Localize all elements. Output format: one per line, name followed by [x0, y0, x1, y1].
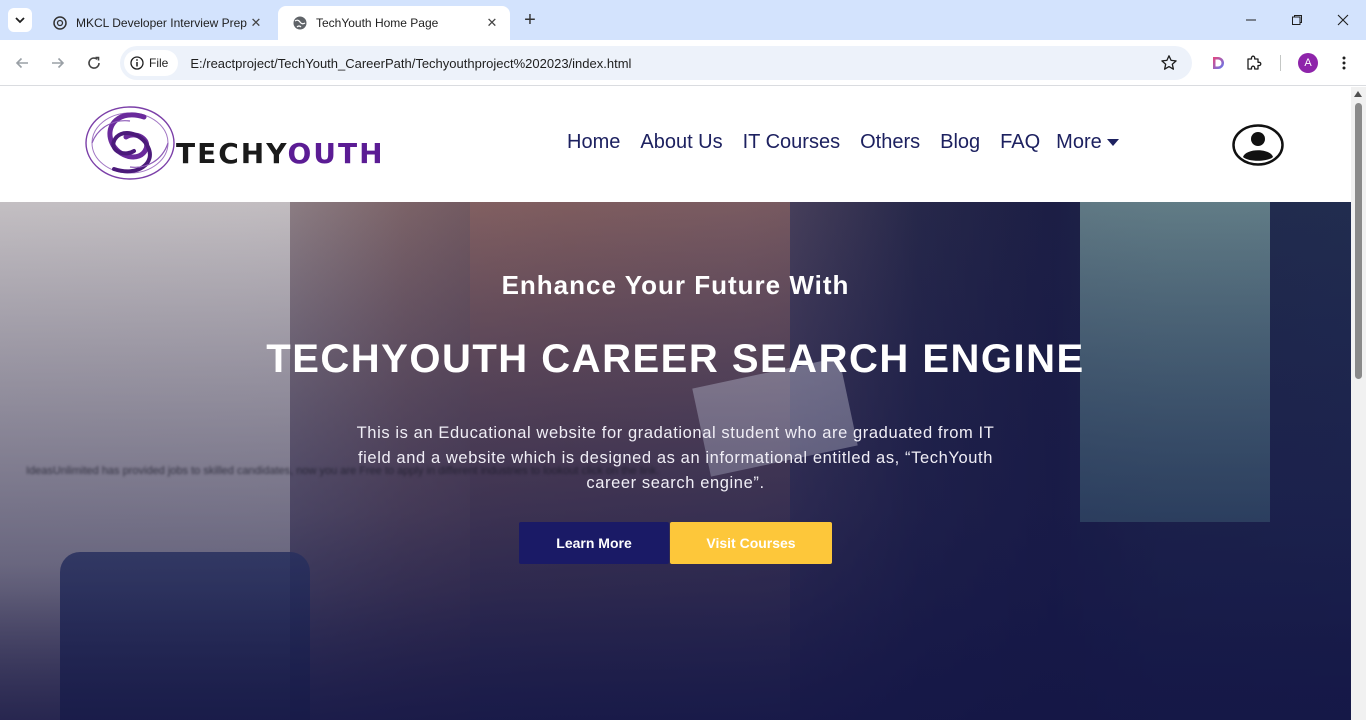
nav-home[interactable]: Home	[567, 131, 620, 154]
tab-mkcl[interactable]: MKCL Developer Interview Prep ✕	[38, 6, 274, 40]
site-info-chip[interactable]: File	[124, 50, 179, 76]
toolbar-separator	[1280, 55, 1281, 71]
scroll-up-arrow-icon[interactable]	[1354, 91, 1362, 97]
restore-icon[interactable]	[1274, 0, 1320, 40]
hero-title: TECHYOUTH CAREER SEARCH ENGINE	[266, 337, 1085, 381]
tab-search-button[interactable]	[8, 8, 32, 32]
minimize-icon[interactable]	[1228, 0, 1274, 40]
arrow-left-icon	[15, 57, 28, 69]
openai-favicon-icon	[53, 16, 67, 30]
new-tab-icon[interactable]: +	[518, 9, 542, 31]
hero-content: Enhance Your Future With TECHYOUTH CAREE…	[0, 202, 1351, 720]
nav-others[interactable]: Others	[860, 131, 920, 154]
kebab-menu-icon	[1342, 56, 1346, 70]
profile-button[interactable]: A	[1294, 49, 1322, 77]
tab-title: TechYouth Home Page	[316, 16, 439, 30]
nav-faq[interactable]: FAQ	[1000, 131, 1040, 154]
address-bar[interactable]: File E:/reactproject/TechYouth_CareerPat…	[120, 46, 1192, 80]
hero-subtitle: Enhance Your Future With	[501, 270, 850, 300]
profile-avatar: A	[1298, 53, 1318, 73]
user-account-icon[interactable]	[1232, 124, 1284, 166]
logo-wordmark: TECHYOUTH	[176, 137, 385, 170]
visit-courses-button[interactable]: Visit Courses	[670, 522, 832, 564]
back-button[interactable]	[8, 49, 36, 77]
main-nav: Home About Us IT Courses Others Blog FAQ…	[567, 131, 1119, 154]
dashlane-icon	[1213, 57, 1224, 69]
globe-icon	[293, 16, 307, 30]
tab-techyouth[interactable]: TechYouth Home Page ✕	[278, 6, 510, 40]
nav-more-dropdown[interactable]: More	[1056, 131, 1119, 154]
reload-button[interactable]	[80, 49, 108, 77]
scrollbar-thumb[interactable]	[1355, 103, 1362, 379]
learn-more-button[interactable]: Learn More	[519, 522, 669, 564]
puzzle-icon	[1247, 55, 1262, 70]
arrow-right-icon	[52, 57, 65, 69]
nav-blog[interactable]: Blog	[940, 131, 980, 154]
close-tab-icon[interactable]: ✕	[484, 15, 500, 31]
tab-title: MKCL Developer Interview Prep	[76, 16, 247, 30]
chevron-down-icon	[15, 17, 25, 24]
extension-d-button[interactable]	[1204, 49, 1232, 77]
extensions-button[interactable]	[1240, 49, 1268, 77]
hero-banner: IdeasUnlimited has provided jobs to skil…	[0, 202, 1351, 720]
hero-description: This is an Educational website for grada…	[356, 424, 995, 492]
info-icon	[130, 56, 144, 70]
close-tab-icon[interactable]: ✕	[248, 15, 264, 31]
reload-icon	[88, 56, 100, 69]
site-header: TECHYOUTH Home About Us IT Courses Other…	[0, 87, 1351, 202]
nav-about-us[interactable]: About Us	[640, 131, 722, 154]
site-logo[interactable]: TECHYOUTH	[84, 103, 454, 185]
url-text[interactable]: E:/reactproject/TechYouth_CareerPath/Tec…	[190, 56, 631, 71]
logo-emblem-icon	[85, 106, 175, 180]
forward-button[interactable]	[44, 49, 72, 77]
site-chip-label: File	[149, 56, 169, 70]
caret-down-icon	[1106, 139, 1119, 146]
nav-it-courses[interactable]: IT Courses	[743, 131, 840, 154]
page-viewport: TECHYOUTH Home About Us IT Courses Other…	[0, 87, 1366, 720]
browser-toolbar: File E:/reactproject/TechYouth_CareerPat…	[0, 40, 1366, 86]
menu-button[interactable]	[1330, 49, 1358, 77]
browser-tabstrip: MKCL Developer Interview Prep ✕ TechYout…	[0, 0, 1366, 40]
close-window-icon[interactable]	[1320, 0, 1366, 40]
page-scrollbar[interactable]	[1351, 87, 1366, 720]
star-bookmark-icon[interactable]	[1160, 54, 1178, 72]
nav-more-label: More	[1056, 131, 1102, 153]
